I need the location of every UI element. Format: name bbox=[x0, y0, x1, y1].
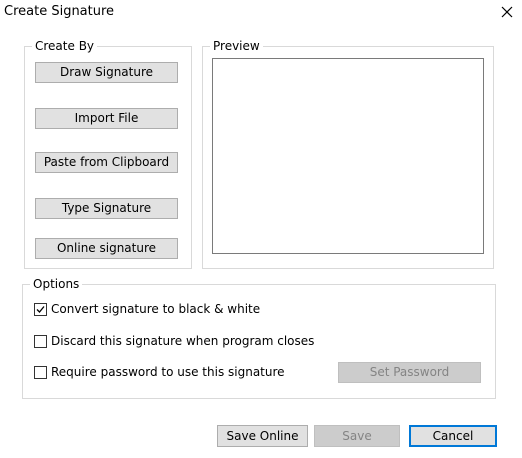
type-signature-button[interactable]: Type Signature bbox=[35, 198, 178, 219]
preview-legend: Preview bbox=[210, 38, 263, 54]
convert-bw-checkbox[interactable] bbox=[34, 302, 47, 316]
require-password-checkbox[interactable] bbox=[34, 365, 47, 379]
require-password-option[interactable]: Require password to use this signature bbox=[34, 364, 285, 380]
online-signature-button[interactable]: Online signature bbox=[35, 238, 178, 259]
convert-bw-option[interactable]: Convert signature to black & white bbox=[34, 301, 260, 317]
create-by-legend: Create By bbox=[32, 38, 98, 54]
convert-bw-label: Convert signature to black & white bbox=[51, 302, 261, 316]
cancel-button[interactable]: Cancel bbox=[409, 425, 497, 447]
options-legend: Options bbox=[30, 276, 83, 292]
close-icon[interactable] bbox=[497, 2, 517, 22]
discard-label: Discard this signature when program clos… bbox=[51, 334, 315, 348]
set-password-button[interactable]: Set Password bbox=[338, 362, 481, 383]
paste-from-clipboard-button[interactable]: Paste from Clipboard bbox=[35, 152, 178, 173]
require-password-label: Require password to use this signature bbox=[51, 365, 285, 379]
checkmark-icon bbox=[36, 305, 45, 313]
signature-preview-area bbox=[212, 58, 484, 254]
save-online-button[interactable]: Save Online bbox=[217, 425, 308, 447]
save-button[interactable]: Save bbox=[314, 425, 400, 447]
discard-checkbox[interactable] bbox=[34, 334, 47, 348]
draw-signature-button[interactable]: Draw Signature bbox=[35, 62, 178, 83]
discard-option[interactable]: Discard this signature when program clos… bbox=[34, 333, 314, 349]
window-title: Create Signature bbox=[4, 4, 115, 19]
import-file-button[interactable]: Import File bbox=[35, 108, 178, 129]
